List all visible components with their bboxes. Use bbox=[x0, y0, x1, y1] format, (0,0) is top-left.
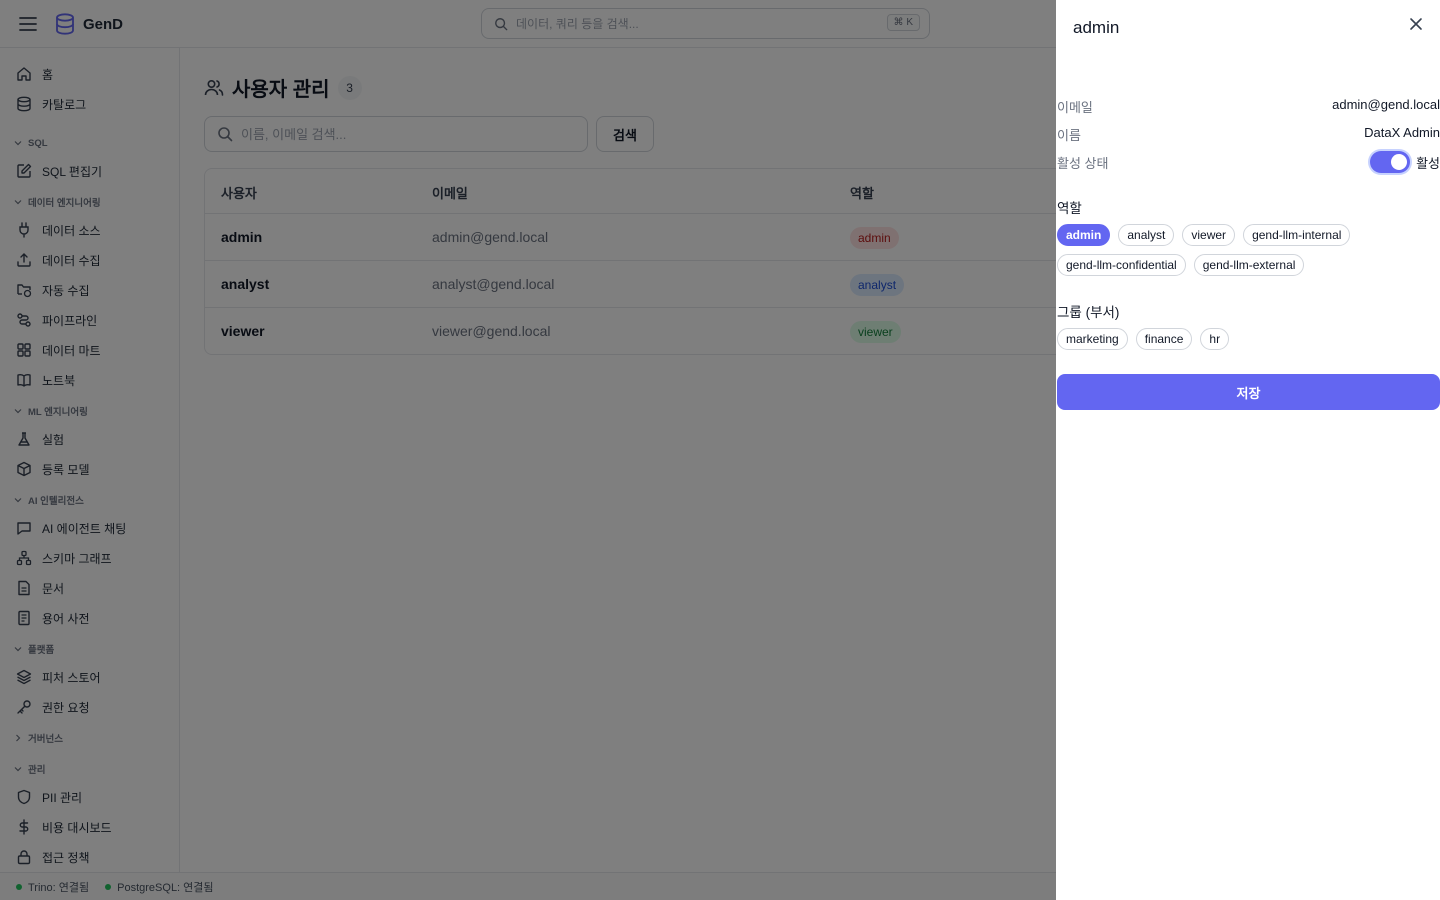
close-icon[interactable] bbox=[1408, 16, 1424, 32]
email-value: admin@gend.local bbox=[1332, 97, 1440, 112]
groups-title: 그룹 (부서) bbox=[1057, 305, 1120, 320]
role-chip-viewer[interactable]: viewer bbox=[1182, 224, 1236, 246]
drawer-title: admin bbox=[1073, 18, 1120, 37]
group-chip-finance[interactable]: finance bbox=[1135, 328, 1193, 350]
roles-chip-group: admin analyst viewer gend-llm-internal g… bbox=[1057, 224, 1387, 276]
email-label: 이메일 bbox=[1057, 100, 1093, 115]
role-chip-gend-llm-external[interactable]: gend-llm-external bbox=[1193, 254, 1305, 276]
status-label: 활성 상태 bbox=[1057, 156, 1109, 171]
role-chip-gend-llm-internal[interactable]: gend-llm-internal bbox=[1243, 224, 1351, 246]
toggle-knob bbox=[1391, 154, 1408, 170]
group-chip-marketing[interactable]: marketing bbox=[1057, 328, 1128, 350]
groups-chip-group: marketing finance hr bbox=[1057, 328, 1387, 350]
group-chip-hr[interactable]: hr bbox=[1200, 328, 1230, 350]
role-chip-admin[interactable]: admin bbox=[1057, 224, 1111, 246]
role-chip-analyst[interactable]: analyst bbox=[1118, 224, 1175, 246]
active-status-control: 활성 bbox=[1370, 151, 1440, 173]
name-value: DataX Admin bbox=[1364, 125, 1440, 140]
name-label: 이름 bbox=[1057, 128, 1081, 143]
save-button[interactable]: 저장 bbox=[1057, 374, 1440, 410]
user-edit-drawer: admin 이메일 admin@gend.local 이름 DataX Admi… bbox=[1056, 0, 1440, 900]
modal-overlay[interactable] bbox=[0, 0, 1056, 900]
active-toggle[interactable] bbox=[1370, 151, 1411, 173]
role-chip-gend-llm-confidential[interactable]: gend-llm-confidential bbox=[1057, 254, 1186, 276]
roles-title: 역할 bbox=[1057, 201, 1082, 216]
active-toggle-label: 활성 bbox=[1416, 155, 1440, 171]
